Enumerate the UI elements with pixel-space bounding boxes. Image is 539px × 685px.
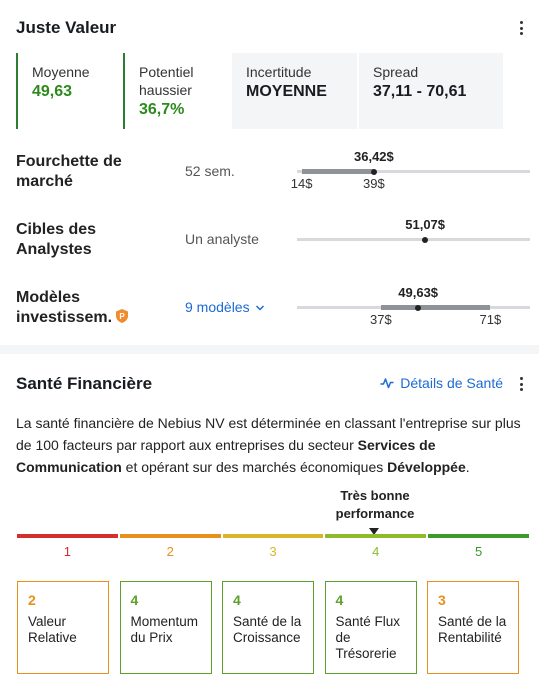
metric-value: 49,63 bbox=[32, 83, 73, 100]
pulse-icon bbox=[380, 378, 394, 389]
health-card-name: Momentum du Prix bbox=[130, 614, 199, 645]
metric-value: MOYENNE bbox=[246, 83, 327, 100]
fair-value-metrics: Moyenne 49,63 Potentiel haussier 36,7% I… bbox=[16, 53, 503, 129]
health-card-score: 2 bbox=[28, 592, 36, 608]
health-description-text: La santé financière de Nebius NV est dét… bbox=[16, 415, 521, 453]
metric-value: 36,7% bbox=[139, 101, 185, 118]
health-market: Développée bbox=[387, 459, 466, 475]
range-low-label: 14$ bbox=[290, 176, 313, 191]
range-band bbox=[301, 169, 374, 174]
range-marker bbox=[415, 304, 422, 311]
range-title: Fourchette de marché bbox=[16, 153, 122, 190]
metric-card-average: Moyenne 49,63 bbox=[16, 53, 123, 129]
health-score-scale bbox=[17, 534, 529, 538]
health-card-profitability[interactable]: 3 Santé de la Rentabilité bbox=[427, 581, 519, 674]
range-period: 52 sem. bbox=[185, 163, 235, 179]
range-high-label: 71$ bbox=[479, 312, 502, 327]
market-range-row: Fourchette de marché 52 sem. 36,42$ 14$ … bbox=[16, 149, 531, 200]
range-band bbox=[380, 305, 491, 310]
performance-label: Très bonne performance bbox=[336, 487, 415, 523]
health-card-name: Santé Flux de Trésorerie bbox=[335, 614, 401, 661]
health-card-score: 4 bbox=[335, 592, 344, 608]
scale-segment bbox=[222, 534, 324, 538]
health-details-link[interactable]: Détails de Santé bbox=[380, 375, 503, 391]
scale-segment bbox=[325, 534, 427, 538]
metric-card-spread: Spread 37,11 - 70,61 bbox=[357, 53, 503, 129]
scale-number: 3 bbox=[269, 544, 277, 559]
range-current-value: 36,42$ bbox=[353, 149, 394, 164]
models-dropdown-label: 9 modèles bbox=[185, 299, 250, 315]
fair-value-section: Juste Valeur Moyenne 49,63 Potentiel hau… bbox=[0, 0, 539, 345]
scale-segment bbox=[119, 534, 221, 538]
metric-card-uncertainty: Incertitude MOYENNE bbox=[230, 53, 357, 129]
health-score-scale-labels: 1 2 3 4 5 bbox=[17, 544, 529, 559]
health-card-name: Valeur Relative bbox=[28, 614, 77, 645]
health-card-score: 4 bbox=[130, 592, 139, 608]
metric-label: Spread bbox=[373, 64, 419, 80]
svg-text:P: P bbox=[119, 312, 125, 321]
financial-health-section: Santé Financière Détails de Santé La san… bbox=[0, 354, 539, 685]
scale-number: 4 bbox=[372, 544, 380, 559]
health-card-price-momentum[interactable]: 4 Momentum du Prix bbox=[119, 581, 212, 674]
health-description-text: et opérant sur des marchés économiques bbox=[121, 459, 388, 475]
health-factor-cards: 2 Valeur Relative 4 Momentum du Prix 4 S… bbox=[17, 581, 519, 674]
metric-label: Moyenne bbox=[32, 64, 90, 80]
performance-label-line: Très bonne bbox=[340, 488, 410, 503]
metric-label: Incertitude bbox=[246, 64, 312, 80]
range-title-text: Modèles investissem. bbox=[16, 289, 113, 326]
health-card-relative-value[interactable]: 2 Valeur Relative bbox=[17, 581, 109, 674]
health-card-name: Santé de la Croissance bbox=[233, 614, 302, 645]
scale-segment bbox=[17, 534, 118, 538]
section-divider bbox=[0, 345, 539, 354]
scale-number: 1 bbox=[63, 544, 72, 559]
fair-value-title: Juste Valeur bbox=[16, 18, 117, 37]
range-title: Cibles des Analystes bbox=[16, 221, 97, 258]
range-low-label: 37$ bbox=[370, 312, 392, 327]
performance-label-line: performance bbox=[335, 506, 415, 521]
models-dropdown[interactable]: 9 modèles bbox=[185, 299, 265, 315]
range-track: 49,63$ 37$ 71$ bbox=[297, 285, 530, 327]
range-current-value: 51,07$ bbox=[405, 217, 446, 232]
range-marker bbox=[422, 236, 429, 243]
investment-models-row: Modèles investissem. P 9 modèles 49,63$ 3… bbox=[16, 285, 531, 336]
health-description-text: . bbox=[465, 459, 470, 475]
range-title: Modèles investissem. P bbox=[16, 288, 146, 328]
chevron-down-icon bbox=[256, 305, 265, 311]
health-card-growth[interactable]: 4 Santé de la Croissance bbox=[222, 581, 314, 674]
scale-segment bbox=[428, 534, 529, 538]
fair-value-menu-icon[interactable] bbox=[514, 18, 528, 38]
range-marker bbox=[370, 168, 377, 175]
health-menu-icon[interactable] bbox=[514, 374, 528, 394]
metric-card-upside: Potentiel haussier 36,7% bbox=[123, 53, 230, 129]
health-details-label: Détails de Santé bbox=[400, 375, 503, 391]
pro-badge-icon: P bbox=[116, 309, 129, 323]
scale-number: 5 bbox=[474, 544, 483, 559]
range-high-label: 39$ bbox=[363, 176, 385, 191]
scale-number: 2 bbox=[166, 544, 174, 559]
analyst-target-row: Cibles des Analystes Un analyste 51,07$ bbox=[16, 217, 531, 268]
financial-health-title: Santé Financière bbox=[16, 374, 153, 393]
range-period: Un analyste bbox=[185, 231, 259, 247]
health-card-score: 4 bbox=[233, 592, 241, 608]
range-track: 36,42$ 14$ 39$ bbox=[291, 149, 530, 191]
metric-value: 37,11 - 70,61 bbox=[373, 83, 467, 100]
range-track: 51,07$ bbox=[297, 217, 530, 243]
health-card-name: Santé de la Rentabilité bbox=[438, 614, 507, 645]
metric-label: Potentiel haussier bbox=[139, 64, 194, 98]
health-card-cash-flow[interactable]: 4 Santé Flux de Trésorerie bbox=[324, 581, 417, 674]
health-description: La santé financière de Nebius NV est dét… bbox=[16, 412, 526, 478]
range-current-value: 49,63$ bbox=[398, 285, 439, 300]
health-card-score: 3 bbox=[438, 592, 446, 608]
